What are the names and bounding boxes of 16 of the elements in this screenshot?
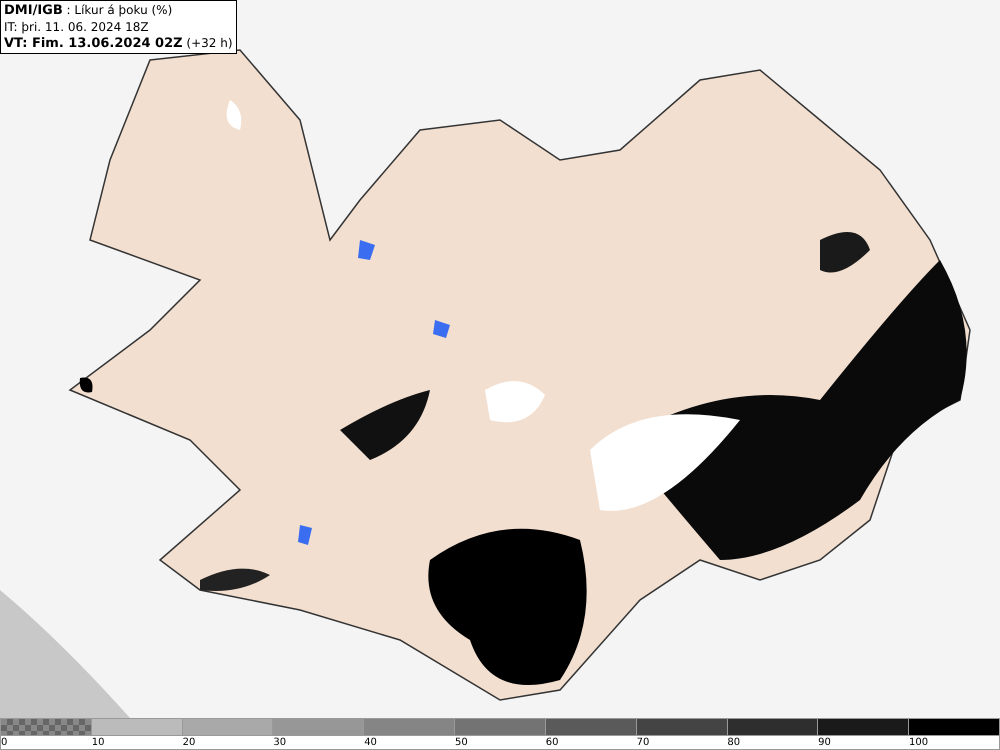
legend-label: 90 [818, 736, 832, 749]
legend-label: 0 [1, 736, 8, 749]
legend-label: 50 [454, 736, 469, 749]
valid-time: VT: Fim. 13.06.2024 02Z [4, 36, 183, 51]
lead-time: (+32 h) [186, 36, 233, 50]
legend-label: 70 [636, 736, 650, 749]
legend-label: 40 [364, 736, 378, 749]
legend-label: 80 [727, 736, 742, 749]
legend-label: 30 [273, 736, 288, 749]
source-label: DMI/IGB [4, 3, 63, 18]
issue-time: IT: þri. 11. 06. 2024 18Z [4, 19, 150, 35]
legend-label: 100 [908, 736, 930, 749]
legend-label: 10 [92, 736, 106, 749]
legend-label: 60 [546, 736, 560, 749]
product-title: : Líkur á þoku (%) [66, 3, 172, 17]
legend-label: 20 [182, 736, 196, 749]
